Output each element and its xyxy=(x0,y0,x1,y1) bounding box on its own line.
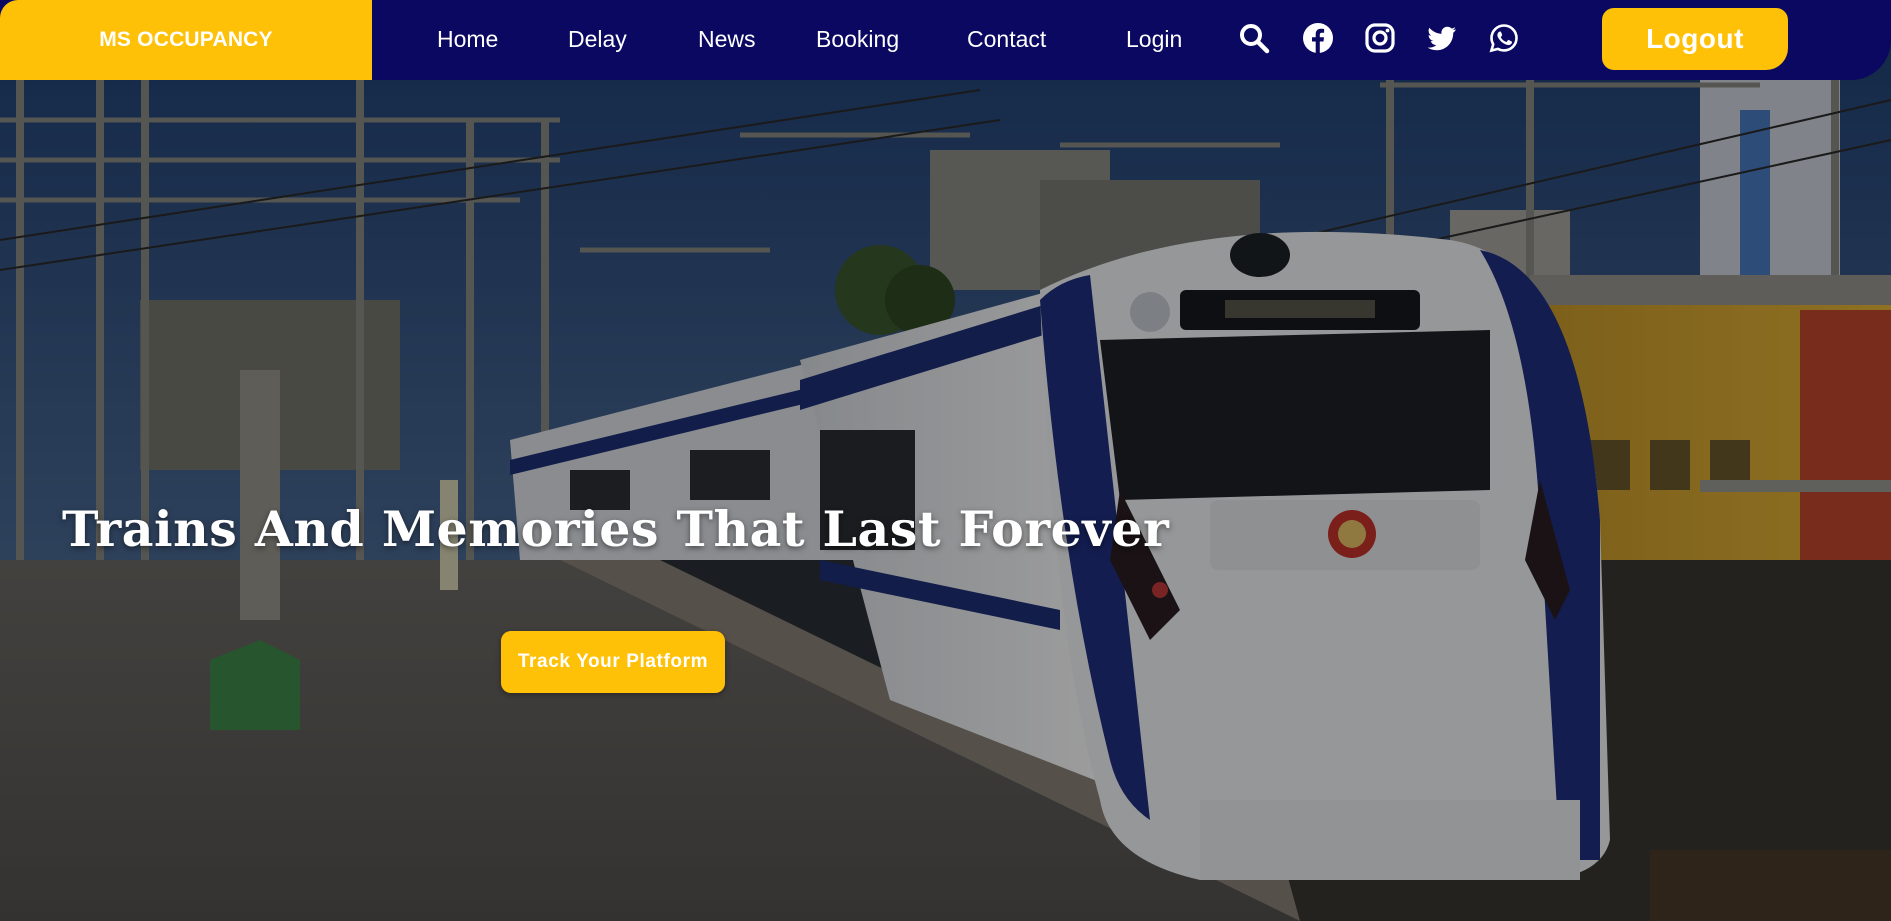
facebook-icon[interactable] xyxy=(1302,22,1334,54)
logout-button[interactable]: Logout xyxy=(1602,8,1788,70)
navbar: MS OCCUPANCY Home Delay News Booking Con… xyxy=(0,0,1891,80)
search-icon[interactable] xyxy=(1238,22,1270,54)
nav-link-booking[interactable]: Booking xyxy=(816,22,899,56)
hero-headline: Trains And Memories That Last Forever xyxy=(62,500,1170,558)
track-platform-button[interactable]: Track Your Platform xyxy=(501,631,725,693)
nav-link-delay[interactable]: Delay xyxy=(568,22,627,56)
nav-link-login[interactable]: Login xyxy=(1126,22,1182,56)
nav-link-contact[interactable]: Contact xyxy=(967,22,1046,56)
hero-overlay xyxy=(0,0,1891,921)
nav-link-home[interactable]: Home xyxy=(437,22,498,56)
instagram-icon[interactable] xyxy=(1364,22,1396,54)
brand-logo[interactable]: MS OCCUPANCY xyxy=(0,0,372,80)
twitter-icon[interactable] xyxy=(1426,22,1458,54)
nav-link-news[interactable]: News xyxy=(698,22,756,56)
whatsapp-icon[interactable] xyxy=(1488,22,1520,54)
